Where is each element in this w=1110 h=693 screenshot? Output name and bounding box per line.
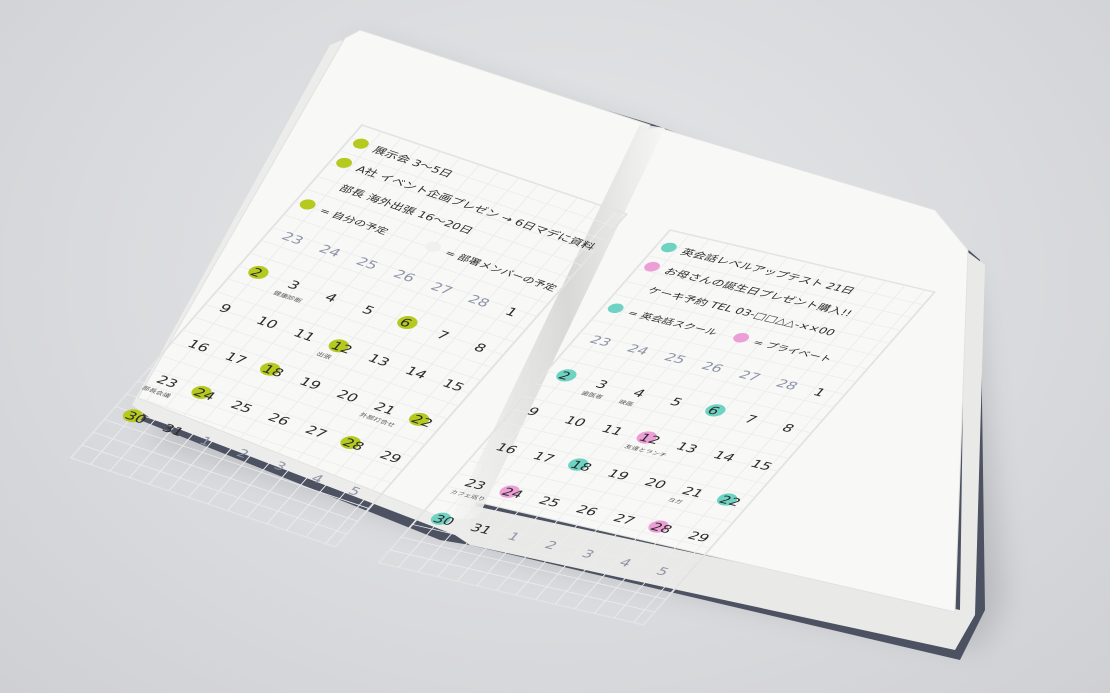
notebook-photo: 展示会 3～5日A社 イベント企画プレゼン → 6日マデに資料部長 海外出張 1… xyxy=(69,29,1005,660)
